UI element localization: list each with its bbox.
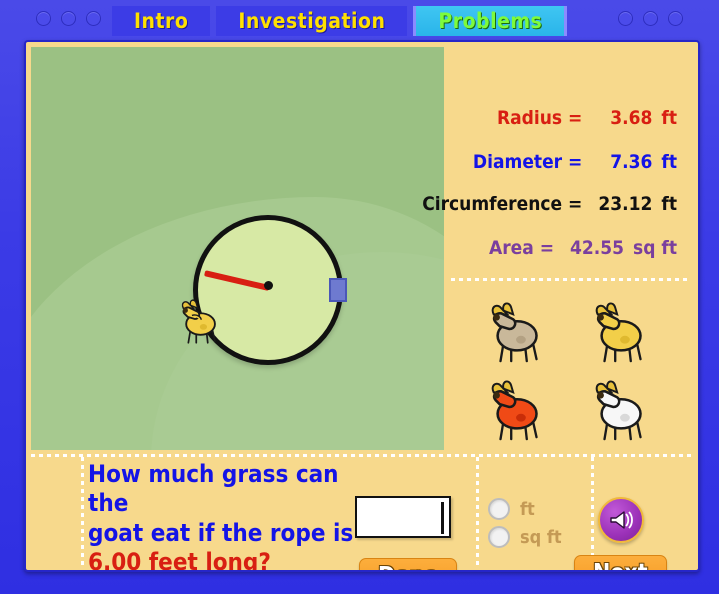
diameter-label: Diameter = xyxy=(472,151,583,173)
unit-option-sqft[interactable]: sq ft xyxy=(488,525,583,549)
divider-measurements xyxy=(451,278,691,281)
rope-length-value: 6.00 xyxy=(88,547,142,572)
tab-bar: Intro Investigation Problems xyxy=(112,6,568,36)
text-caret xyxy=(441,502,444,534)
goat-option-red[interactable] xyxy=(467,368,571,446)
window-dot-3 xyxy=(86,11,101,26)
done-button[interactable]: Done xyxy=(359,558,458,570)
unit-radio-group: ft sq ft xyxy=(488,497,583,553)
activity-stage: Radius = 3.68 ft Diameter = 7.36 ft Circ… xyxy=(24,40,700,572)
radio-sqft-label: sq ft xyxy=(520,526,562,548)
next-button[interactable]: Next xyxy=(574,555,667,570)
goat-color-palette xyxy=(449,284,693,452)
field-goat[interactable] xyxy=(179,292,225,346)
question-line-3: 6.00 feet long? xyxy=(88,547,368,572)
answer-input[interactable] xyxy=(355,496,451,538)
question-line-2: goat eat if the rope is xyxy=(88,518,354,547)
measurement-radius: Radius = 3.68 ft xyxy=(453,103,677,133)
circle-center-point[interactable] xyxy=(264,281,273,290)
radius-value: 3.68 xyxy=(610,107,653,129)
window-dot-4 xyxy=(618,11,633,26)
area-label: Area = xyxy=(488,237,555,259)
radius-unit: ft xyxy=(661,107,677,129)
measurement-panel: Radius = 3.68 ft Diameter = 7.36 ft Circ… xyxy=(422,47,693,272)
tab-intro[interactable]: Intro xyxy=(112,6,211,36)
window-dot-5 xyxy=(643,11,658,26)
window-dot-6 xyxy=(668,11,683,26)
diameter-value: 7.36 xyxy=(610,151,653,173)
goat-option-white[interactable] xyxy=(571,368,675,446)
area-value: 42.55 xyxy=(569,237,625,259)
goat-option-tan[interactable] xyxy=(467,290,571,368)
speaker-icon xyxy=(610,511,633,529)
radio-ft-label: ft xyxy=(520,498,535,520)
goat-option-yellow[interactable] xyxy=(571,290,675,368)
area-unit: sq ft xyxy=(633,237,677,259)
application-window: Intro Investigation Problems Radius = 3.… xyxy=(0,0,719,594)
measurement-diameter: Diameter = 7.36 ft xyxy=(453,147,677,177)
divider-question-left xyxy=(81,457,84,565)
rope-length-rest: feet long? xyxy=(148,547,271,572)
circumference-value: 23.12 xyxy=(598,193,653,215)
radio-ft[interactable] xyxy=(488,498,510,520)
question-text: How much grass can the goat eat if the r… xyxy=(88,460,368,572)
radio-sqft[interactable] xyxy=(488,526,510,548)
grass-field[interactable] xyxy=(31,47,444,450)
window-dot-2 xyxy=(61,11,76,26)
tab-problems[interactable]: Problems xyxy=(413,6,568,36)
title-bar: Intro Investigation Problems xyxy=(0,0,719,42)
unit-option-ft[interactable]: ft xyxy=(488,497,583,521)
window-dot-1 xyxy=(36,11,51,26)
divider-answer-right xyxy=(591,457,594,565)
window-decorations-left xyxy=(36,11,101,26)
divider-answer-left xyxy=(476,457,479,565)
radius-label: Radius = xyxy=(496,107,583,129)
diameter-unit: ft xyxy=(661,151,677,173)
window-decorations-right xyxy=(618,11,683,26)
audio-button[interactable] xyxy=(598,497,644,543)
measurement-circumference: Circumference = 23.12 ft xyxy=(422,189,677,219)
circumference-label: Circumference = xyxy=(422,193,583,215)
circumference-unit: ft xyxy=(661,193,677,215)
tab-investigation[interactable]: Investigation xyxy=(216,6,408,36)
question-line-1: How much grass can the xyxy=(88,460,339,518)
measurement-area: Area = 42.55 sq ft xyxy=(453,233,677,263)
radius-drag-handle[interactable] xyxy=(329,278,347,302)
